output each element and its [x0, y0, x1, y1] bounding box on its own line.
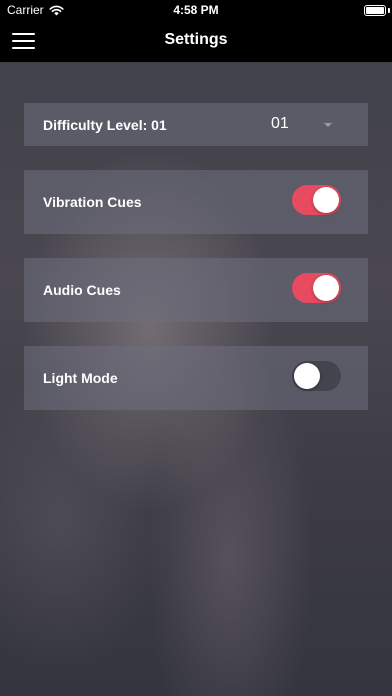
settings-screen: Carrier 4:58 PM Settings Difficulty Leve… [0, 0, 392, 696]
difficulty-level-row[interactable]: Difficulty Level: 01 01 [24, 103, 368, 146]
nav-bar: Settings [0, 20, 392, 62]
audio-cues-label: Audio Cues [43, 282, 121, 298]
vibration-cues-label: Vibration Cues [43, 194, 142, 210]
status-bar: Carrier 4:58 PM [0, 0, 392, 20]
difficulty-level-label: Difficulty Level: 01 [43, 117, 167, 133]
audio-cues-row: Audio Cues [24, 258, 368, 322]
status-time: 4:58 PM [173, 3, 219, 17]
difficulty-level-value[interactable]: 01 [271, 115, 289, 133]
page-title: Settings [164, 31, 228, 48]
light-mode-toggle[interactable] [292, 361, 341, 391]
vibration-cues-row: Vibration Cues [24, 170, 368, 234]
dropdown-arrow-icon[interactable] [324, 123, 332, 127]
light-mode-label: Light Mode [43, 370, 118, 386]
audio-cues-toggle[interactable] [292, 273, 341, 303]
light-mode-row: Light Mode [24, 346, 368, 410]
vibration-cues-toggle[interactable] [292, 185, 341, 215]
battery-icon [364, 5, 386, 16]
